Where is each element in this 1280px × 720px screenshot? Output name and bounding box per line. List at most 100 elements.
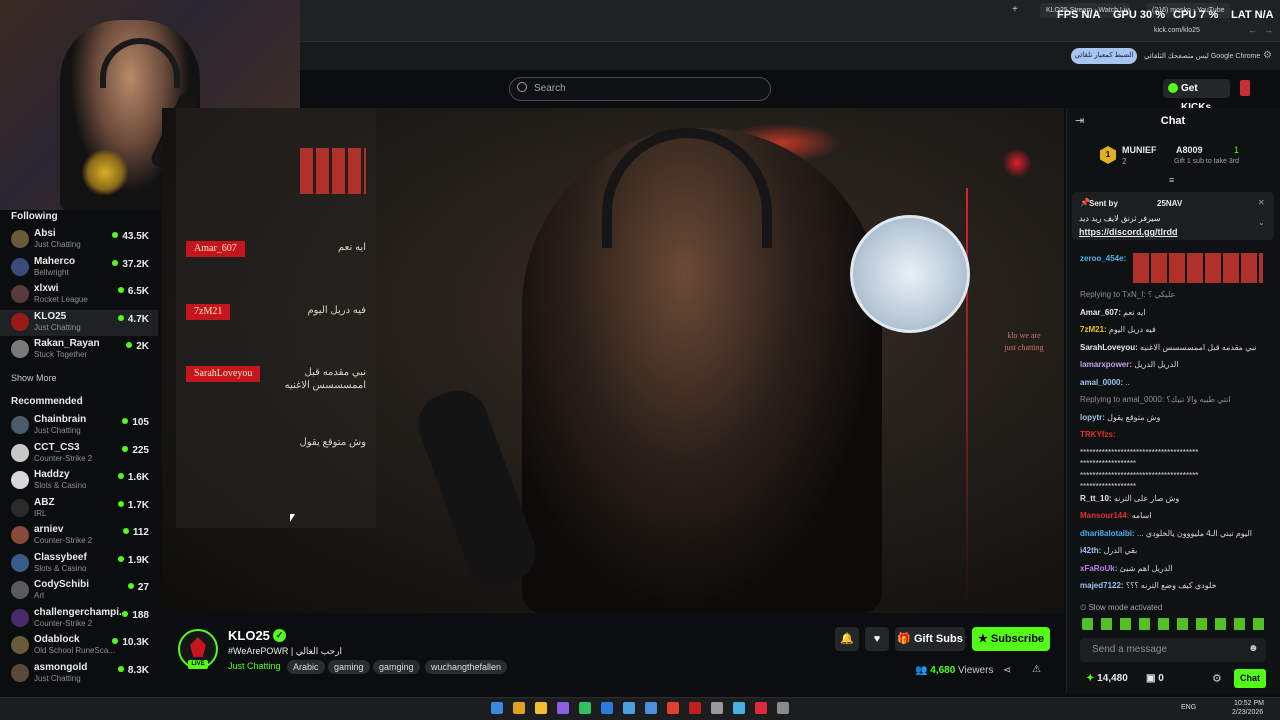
chat-line[interactable]: lamarxpower: الدريل الدريل [1080,360,1266,369]
channel-name[interactable]: KLO25 [228,628,270,643]
settings-icon[interactable]: ⚙ [1263,50,1272,61]
chat-username[interactable]: i42th: [1080,546,1101,555]
chat-line[interactable]: SarahLoveyou: نبي مقدمه قبل اممسسسس الاغ… [1080,343,1266,352]
chat-username[interactable]: SarahLoveyou: [1080,343,1138,352]
sidebar-channel-xlxwi[interactable]: xlxwi Rocket League 6.5K [0,282,158,308]
send-chat-button[interactable]: Chat [1234,669,1266,688]
default-browser-button[interactable]: الضبط كمعيار تلقائي [1071,48,1137,64]
gift-icon: 🎁 [897,633,914,645]
taskbar-search-icon[interactable] [513,702,525,714]
chat-line[interactable]: Mansour144: اسامه [1080,511,1266,520]
notification-bell-button[interactable]: 🔔 [835,627,859,651]
subscribe-button[interactable]: ★ Subscribe [972,627,1050,651]
chat-line[interactable]: Amar_607: ايه نعم [1080,308,1266,317]
sidebar-channel-challengerchampi-[interactable]: challengerchampi... Counter-Strike 2 188 [0,606,158,632]
chat-username[interactable]: majed7122: [1080,581,1124,590]
chat-line[interactable]: Replying to TxN_I: عليكي ؟ [1080,290,1266,299]
chat-username[interactable]: zeroo_454e: [1080,254,1126,263]
tag-wuchang[interactable]: wuchangthefallen [425,660,508,674]
chat-username[interactable]: lopytr: [1080,413,1105,422]
taskbar-app-icon[interactable] [777,702,789,714]
chat-line[interactable]: TRKYfzs: [1080,430,1266,439]
chat-username[interactable]: lamarxpower: [1080,360,1132,369]
taskbar-time[interactable]: 10:52 PM [1234,700,1264,707]
emote-picker-row[interactable] [1082,618,1266,630]
chat-username[interactable]: R_tt_10: [1080,494,1112,503]
chat-line[interactable]: i42th: بقي الدرل [1080,546,1266,555]
follow-heart-button[interactable]: ♥ [865,627,889,651]
taskbar-edge-icon[interactable] [733,702,745,714]
show-more-link[interactable]: Show More [11,373,57,383]
back-icon[interactable]: ← [1248,25,1257,35]
forward-icon[interactable]: → [1264,25,1273,35]
tag-gamging[interactable]: gamging [373,660,420,674]
sidebar-channel-codyschibi[interactable]: CodySchibi Art 27 [0,578,158,604]
chat-username[interactable]: Amar_607: [1080,308,1121,317]
taskbar-app-icon[interactable] [623,702,635,714]
sidebar-channel-arniev[interactable]: arniev Counter-Strike 2 112 [0,523,158,549]
taskbar-app-icon[interactable] [579,702,591,714]
taskbar-app-icon[interactable] [755,702,767,714]
chat-line[interactable]: Replying to amal_0000: انتي طيبه والا تب… [1080,395,1266,404]
chat-line[interactable]: lopytr: وش متوقع يقول [1080,413,1266,422]
sidebar-channel-cct-cs3[interactable]: CCT_CS3 Counter-Strike 2 225 [0,441,158,467]
overlay-username: Amar_607 [186,241,245,257]
chat-username[interactable]: xFaRoUk: [1080,564,1117,573]
chat-line[interactable]: majed7122: خلودي كيف وضع الترنه ؟؟؟ [1080,581,1266,590]
sidebar-channel-classybeef[interactable]: Classybeef Slots & Casino 1.9K [0,551,158,577]
chat-username[interactable]: Mansour144: [1080,511,1129,520]
taskbar-chrome-icon[interactable] [667,702,679,714]
taskbar-app-icon[interactable] [557,702,569,714]
taskbar-language[interactable]: ENG [1181,704,1196,711]
taskbar-app-icon[interactable] [601,702,613,714]
chat-username[interactable]: TRKYfzs: [1080,430,1116,439]
chat-line[interactable]: R_tt_10: وش صار على الترنه [1080,494,1266,503]
sidebar-channel-klo25[interactable]: KLO25 Just Chatting 4.7K [0,309,158,336]
chat-line[interactable]: amal_0000: .. [1080,378,1266,387]
gift-subs-button[interactable]: 🎁 Gift Subs [895,627,965,651]
chat-line[interactable]: dhari8alotaibi: ... اليوم تبني الـ4 مليو… [1080,529,1266,538]
chat-line[interactable]: 7zM21: فيه دريل اليوم [1080,325,1266,334]
taskbar-date[interactable]: 2/23/2026 [1232,709,1263,716]
sidebar-channel-odablock[interactable]: Odablock Old School RuneSca... 10.3K [0,633,158,659]
url-text[interactable]: kick.com/klo25 [1154,27,1200,34]
chat-line[interactable]: ****************** [1080,459,1266,468]
sidebar-channel-maherco[interactable]: Maherco Bellwright 37.2K [0,255,158,281]
sidebar-channel-absi[interactable]: Absi Just Chatting 43.5K [0,227,158,253]
taskbar-start-icon[interactable] [491,702,503,714]
unpin-icon[interactable]: ✕ [1258,198,1265,207]
taskbar-app-icon[interactable] [711,702,723,714]
chat-line[interactable]: ****************** [1080,482,1266,491]
chat-username[interactable]: dhari8alotaibi: [1080,529,1135,538]
report-icon[interactable]: ⚠ [1032,664,1041,675]
leaderboard-expand-icon[interactable]: ≡ [1169,175,1174,185]
chat-message-input[interactable]: Send a message [1080,638,1266,662]
taskbar-steam-icon[interactable] [645,702,657,714]
taskbar-file-explorer-icon[interactable] [535,702,547,714]
channel-category: Slots & Casino [34,563,87,573]
sidebar-channel-rakan-rayan[interactable]: Rakan_Rayan Stuck Together 2K [0,337,158,363]
taskbar-app-icon[interactable] [689,702,701,714]
search-input[interactable]: Search [509,77,771,101]
new-tab-button[interactable]: + [1012,4,1018,15]
emoji-icon[interactable]: ☻ [1248,643,1259,654]
sidebar-channel-haddzy[interactable]: Haddzy Slots & Casino 1.6K [0,468,158,494]
chat-username[interactable]: 7zM21: [1080,325,1107,334]
chat-line[interactable]: ************************************** [1080,471,1266,480]
chat-line[interactable]: xFaRoUk: الدريل اهم شيئ [1080,564,1266,573]
share-icon[interactable]: ⋖ [1003,665,1011,676]
chat-line[interactable]: zeroo_454e: [1080,254,1266,263]
tag-arabic[interactable]: Arabic [287,660,325,674]
chat-line[interactable]: ************************************** [1080,448,1266,457]
sidebar-channel-chainbrain[interactable]: Chainbrain Just Chatting 105 [0,413,158,439]
chat-username[interactable]: amal_0000: [1080,378,1123,387]
stream-category[interactable]: Just Chatting [228,661,281,671]
tag-gaming[interactable]: gaming [328,660,370,674]
sidebar-channel-abz[interactable]: ABZ IRL 1.7K [0,496,158,522]
chat-settings-icon[interactable]: ⚙ [1212,672,1222,685]
channel-name: xlxwi [34,283,59,294]
chevron-down-icon[interactable]: ⌄ [1258,218,1265,227]
pinned-link[interactable]: https://discord.gg/tlrdd [1079,227,1178,237]
sidebar-channel-asmongold[interactable]: asmongold Just Chatting 8.3K [0,661,158,687]
avatar[interactable] [1240,80,1250,96]
